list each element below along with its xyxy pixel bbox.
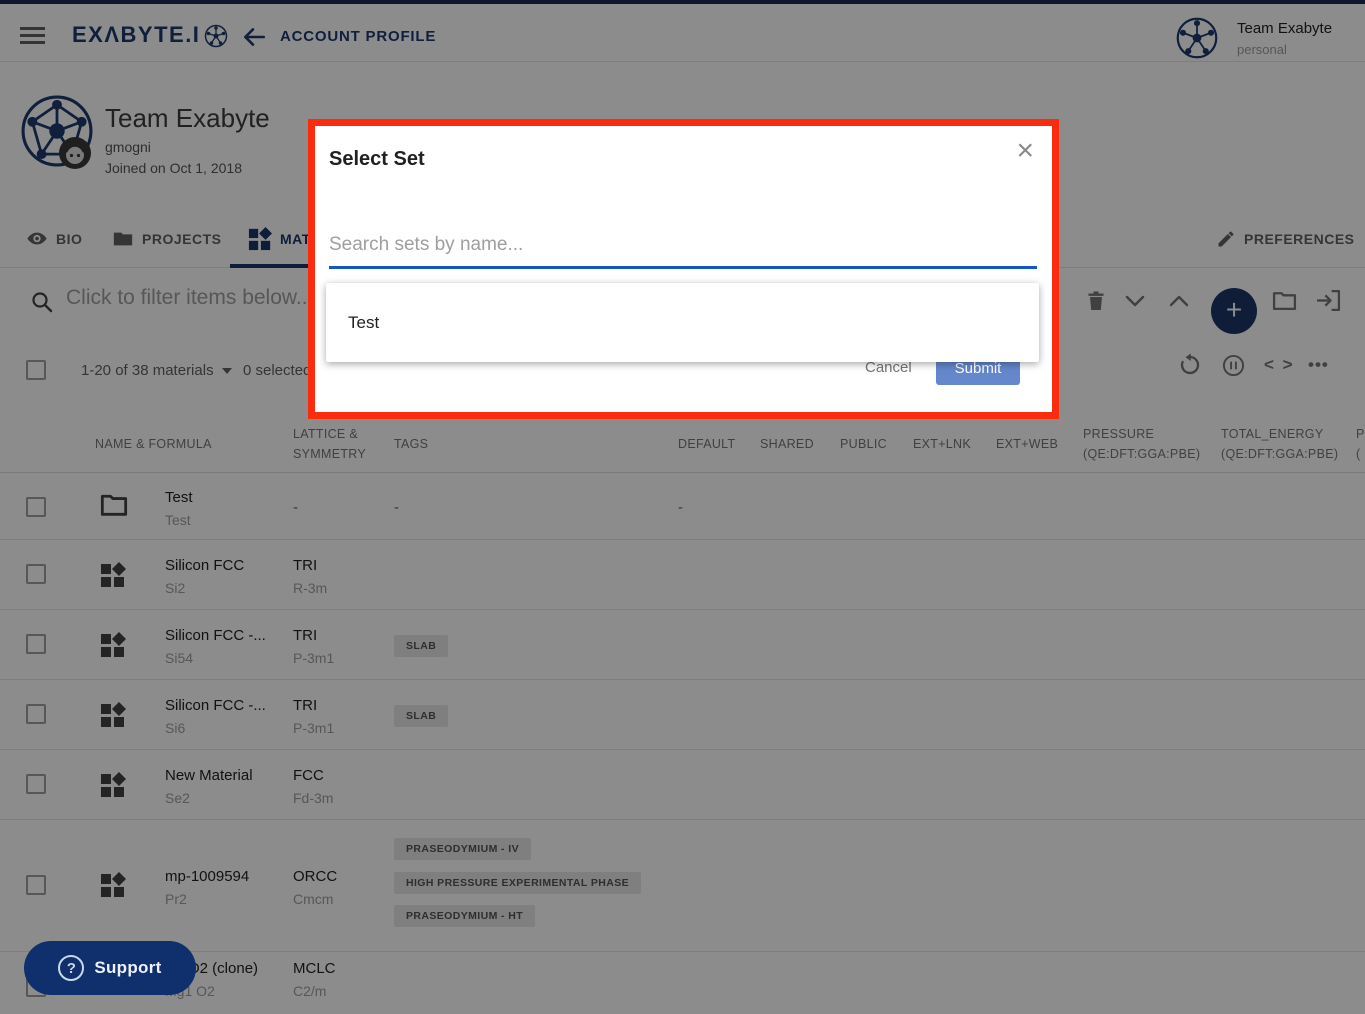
help-icon: ? — [58, 955, 84, 981]
set-options-dropdown: Test — [326, 283, 1039, 362]
modal-title: Select Set — [329, 148, 425, 171]
set-search-input[interactable] — [329, 234, 1037, 269]
support-label: Support — [94, 958, 161, 978]
set-option-test[interactable]: Test — [326, 313, 1039, 333]
account-profile-page: EXΛBYTE.I ACCOUNT PROFILE — [0, 0, 1365, 1014]
select-set-modal: Select Set × Cancel Submit — [308, 119, 1059, 419]
close-icon[interactable]: × — [1016, 136, 1034, 166]
support-button[interactable]: ? Support — [24, 941, 196, 995]
